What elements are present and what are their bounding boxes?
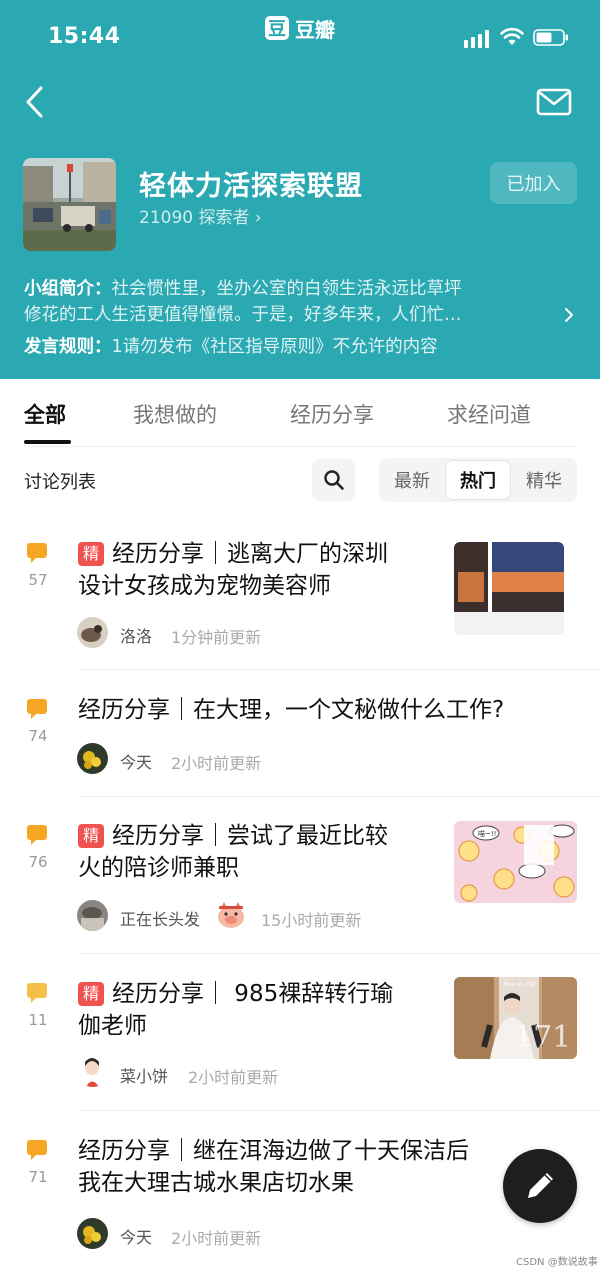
post-time: 1分钟前更新 <box>171 628 262 647</box>
back-arrow-icon[interactable] <box>22 84 48 120</box>
intro-text-line2: 修花的工人生活更值得憧憬。于是，好多年来，人们忙… <box>24 305 462 325</box>
post-thumbnail[interactable]: Free life 已经 171 <box>454 977 577 1059</box>
watermark: CSDN @数说故事 <box>516 1257 598 1268</box>
cartoon-sticker-image: 喵~!! <box>454 821 577 903</box>
featured-badge: 精 <box>78 824 104 848</box>
tab-bar: 全部 我想做的 经历分享 求经问道 <box>0 379 600 446</box>
pencil-icon <box>528 1173 553 1198</box>
post-title: 精经历分享｜尝试了最近比较 火的陪诊师兼职 <box>78 823 388 881</box>
comment-icon <box>27 983 47 1003</box>
sort-latest[interactable]: 最新 <box>379 458 445 502</box>
post-title: 经历分享｜继在洱海边做了十天保洁后 我在大理古城水果店切水果 <box>78 1138 469 1196</box>
author-name[interactable]: 正在长头发 <box>120 906 200 930</box>
comment-count: 74 <box>28 727 48 745</box>
mail-icon[interactable] <box>536 88 572 116</box>
post-title: 精经历分享｜ 985裸辞转行瑜 伽老师 <box>78 981 394 1039</box>
yoga-teacher-photo-image: Free life 已经 171 <box>454 977 577 1059</box>
active-tab-indicator <box>24 440 71 444</box>
post-time: 2小时前更新 <box>171 1229 262 1248</box>
author-name[interactable]: 洛洛 <box>120 623 152 647</box>
author-name[interactable]: 菜小饼 <box>120 1063 168 1087</box>
featured-badge: 精 <box>78 982 104 1006</box>
avatar[interactable] <box>77 617 108 648</box>
search-icon <box>323 470 344 490</box>
author-name[interactable]: 今天 <box>120 749 152 773</box>
post-item[interactable]: 76 精经历分享｜尝试了最近比较 火的陪诊师兼职 正在长头发 15小时前更新 喵… <box>0 797 600 954</box>
rules-text: 1请勿发布《社区指导原则》不允许的内容 <box>111 337 438 357</box>
divider <box>24 446 576 447</box>
group-avatar[interactable] <box>23 158 116 251</box>
post-thumbnail[interactable]: 喵~!! <box>454 821 577 903</box>
svg-text:171: 171 <box>514 1020 571 1055</box>
piggy-emoji-icon <box>218 902 244 928</box>
post-title: 经历分享｜在大理，一个文秘做什么工作? <box>78 697 505 723</box>
cellular-signal-icon <box>464 30 489 48</box>
battery-icon <box>533 29 568 46</box>
group-header: 15:44 豆 豆瓣 轻体力活探索联盟 21090 探索者 › 已加入 小组简介… <box>0 0 600 379</box>
discussion-list-title: 讨论列表 <box>24 472 96 493</box>
comment-count: 76 <box>28 853 48 871</box>
avatar[interactable] <box>77 900 108 931</box>
sort-toggle: 最新 热门 精华 <box>379 458 577 502</box>
group-name: 轻体力活探索联盟 <box>139 171 363 202</box>
gym-text: Free life 已经 <box>504 981 535 988</box>
comment-icon <box>27 825 47 845</box>
chevron-right-icon[interactable] <box>563 306 575 324</box>
group-rules: 发言规则：1请勿发布《社区指导原则》不允许的内容 <box>24 333 438 358</box>
sort-hot[interactable]: 热门 <box>445 460 511 500</box>
group-intro[interactable]: 小组简介：社会惯性里，坐办公室的白领生活永远比草坪 修花的工人生活更值得憧憬。于… <box>24 276 544 328</box>
sort-featured[interactable]: 精华 <box>511 458 577 502</box>
avatar[interactable] <box>77 1218 108 1249</box>
app-name: 豆瓣 <box>295 17 335 42</box>
intro-label: 小组简介： <box>24 279 112 299</box>
intro-text-line1: 社会惯性里，坐办公室的白领生活永远比草坪 <box>111 279 462 299</box>
comment-icon <box>27 699 47 719</box>
post-time: 2小时前更新 <box>171 754 262 773</box>
compose-button[interactable] <box>503 1149 577 1223</box>
post-thumbnail[interactable] <box>454 542 564 635</box>
douban-logo-icon: 豆 <box>265 16 289 40</box>
search-button[interactable] <box>312 459 355 501</box>
post-item[interactable]: 57 精经历分享｜逃离大厂的深圳 设计女孩成为宠物美容师 洛洛 1分钟前更新 <box>0 520 600 670</box>
post-item[interactable]: 11 精经历分享｜ 985裸辞转行瑜 伽老师 菜小饼 2小时前更新 Free l… <box>0 954 600 1111</box>
comment-count: 57 <box>28 571 48 589</box>
post-time: 15小时前更新 <box>261 911 362 930</box>
street-scene-image <box>23 158 116 251</box>
joined-button[interactable]: 已加入 <box>490 162 577 204</box>
status-time: 15:44 <box>48 24 121 49</box>
post-item[interactable]: 74 经历分享｜在大理，一个文秘做什么工作? 今天 2小时前更新 <box>0 670 600 797</box>
comment-count: 11 <box>28 1011 48 1029</box>
avatar[interactable] <box>77 743 108 774</box>
rules-label: 发言规则： <box>24 337 112 357</box>
avatar[interactable] <box>77 1056 108 1087</box>
comment-count: 71 <box>28 1168 48 1186</box>
comment-icon <box>27 1140 47 1160</box>
author-name[interactable]: 今天 <box>120 1224 152 1248</box>
member-count-link[interactable]: 21090 探索者 › <box>139 203 262 228</box>
post-title: 精经历分享｜逃离大厂的深圳 设计女孩成为宠物美容师 <box>78 541 388 599</box>
sunset-photo-image <box>454 542 564 635</box>
post-time: 2小时前更新 <box>188 1068 279 1087</box>
wifi-icon <box>500 27 524 45</box>
comment-icon <box>27 543 47 563</box>
featured-badge: 精 <box>78 542 104 566</box>
status-bar: 15:44 豆 豆瓣 <box>0 0 600 70</box>
tab-ask-for-advice[interactable]: 求经问道 <box>447 399 531 429</box>
app-logo: 豆 豆瓣 <box>265 14 335 42</box>
sticker-text: 喵~!! <box>478 830 496 838</box>
tab-experience-sharing[interactable]: 经历分享 <box>290 399 374 429</box>
tab-want-to-do[interactable]: 我想做的 <box>133 399 217 429</box>
tab-all[interactable]: 全部 <box>24 399 66 429</box>
